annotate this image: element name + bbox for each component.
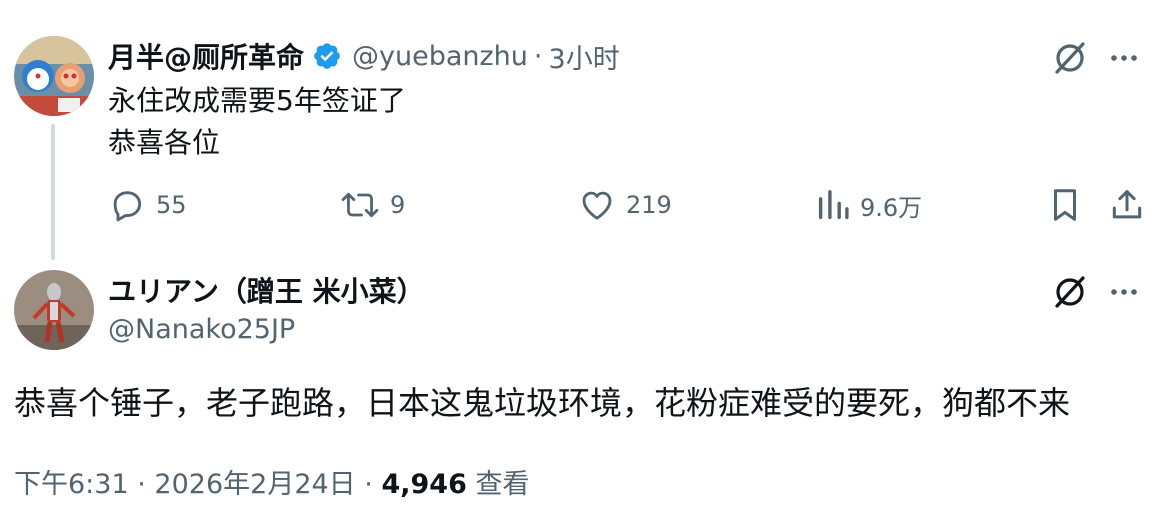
share-icon [1112, 190, 1142, 219]
post-time[interactable]: 下午6:31 [14, 469, 129, 500]
tweet2-corner-actions [1050, 272, 1140, 312]
like-icon [582, 191, 612, 220]
display-name[interactable]: 月半@厕所革命 [108, 36, 304, 76]
reply-icon [113, 191, 142, 222]
more-icon[interactable] [1108, 276, 1140, 308]
avatar-nanako25jp[interactable] [14, 270, 94, 350]
avatar-image [14, 36, 94, 116]
tweet1-text-line2: 恭喜各位 [108, 126, 221, 159]
tweet1-header: 月半@厕所革命 @yuebanzhu · 3小时 [108, 36, 620, 76]
separator-dot: · [533, 40, 543, 72]
thread-connector-line [51, 124, 55, 260]
views-count: 9.6万 [860, 193, 923, 222]
tweet1-corner-actions [1050, 38, 1140, 78]
separator-dot: · [137, 469, 146, 500]
display-name[interactable]: ユリアン（蹭王 米小菜） [108, 270, 425, 310]
like-button[interactable]: 219 [578, 183, 672, 227]
handle[interactable]: @yuebanzhu [352, 41, 528, 72]
bookmark-icon [1053, 189, 1077, 221]
tweet2-header: ユリアン（蹭王 米小菜） [108, 270, 425, 310]
reply-count: 55 [156, 191, 187, 219]
post-date[interactable]: 2026年2月24日 [154, 469, 355, 500]
views-total: 4,946 [381, 469, 467, 500]
tweet1-text: 永住改成需要5年签证了 恭喜各位 [108, 80, 406, 164]
avatar-yuebanzhu[interactable] [14, 36, 94, 116]
retweet-button[interactable]: 9 [340, 183, 405, 227]
retweet-count: 9 [390, 191, 406, 219]
views-button[interactable]: 9.6万 [816, 183, 922, 227]
verified-badge-icon[interactable] [312, 41, 342, 71]
bookmark-button[interactable] [1048, 183, 1092, 227]
like-count: 219 [626, 191, 672, 219]
views-label: 查看 [475, 469, 530, 500]
grok-icon[interactable] [1050, 272, 1090, 312]
handle[interactable]: @Nanako25JP [108, 314, 295, 345]
reply-button[interactable]: 55 [108, 183, 187, 227]
retweet-icon [341, 192, 379, 218]
tweet2-meta: 下午6:31 · 2026年2月24日 · 4,946 查看 [14, 462, 529, 501]
timestamp[interactable]: 3小时 [549, 37, 620, 76]
grok-icon[interactable] [1050, 38, 1090, 78]
more-icon[interactable] [1108, 42, 1140, 74]
separator-dot: · [364, 469, 373, 500]
tweet1-action-bar: 55 9 219 9.6万 [108, 183, 1148, 227]
tweet2-text: 恭喜个锤子，老子跑路，日本这鬼垃圾环境，花粉症难受的要死，狗都不来 [14, 384, 1071, 422]
share-button[interactable] [1108, 183, 1156, 227]
avatar-image [14, 270, 94, 350]
tweet1-text-line1: 永住改成需要5年签证了 [108, 84, 406, 117]
views-icon [818, 190, 849, 220]
